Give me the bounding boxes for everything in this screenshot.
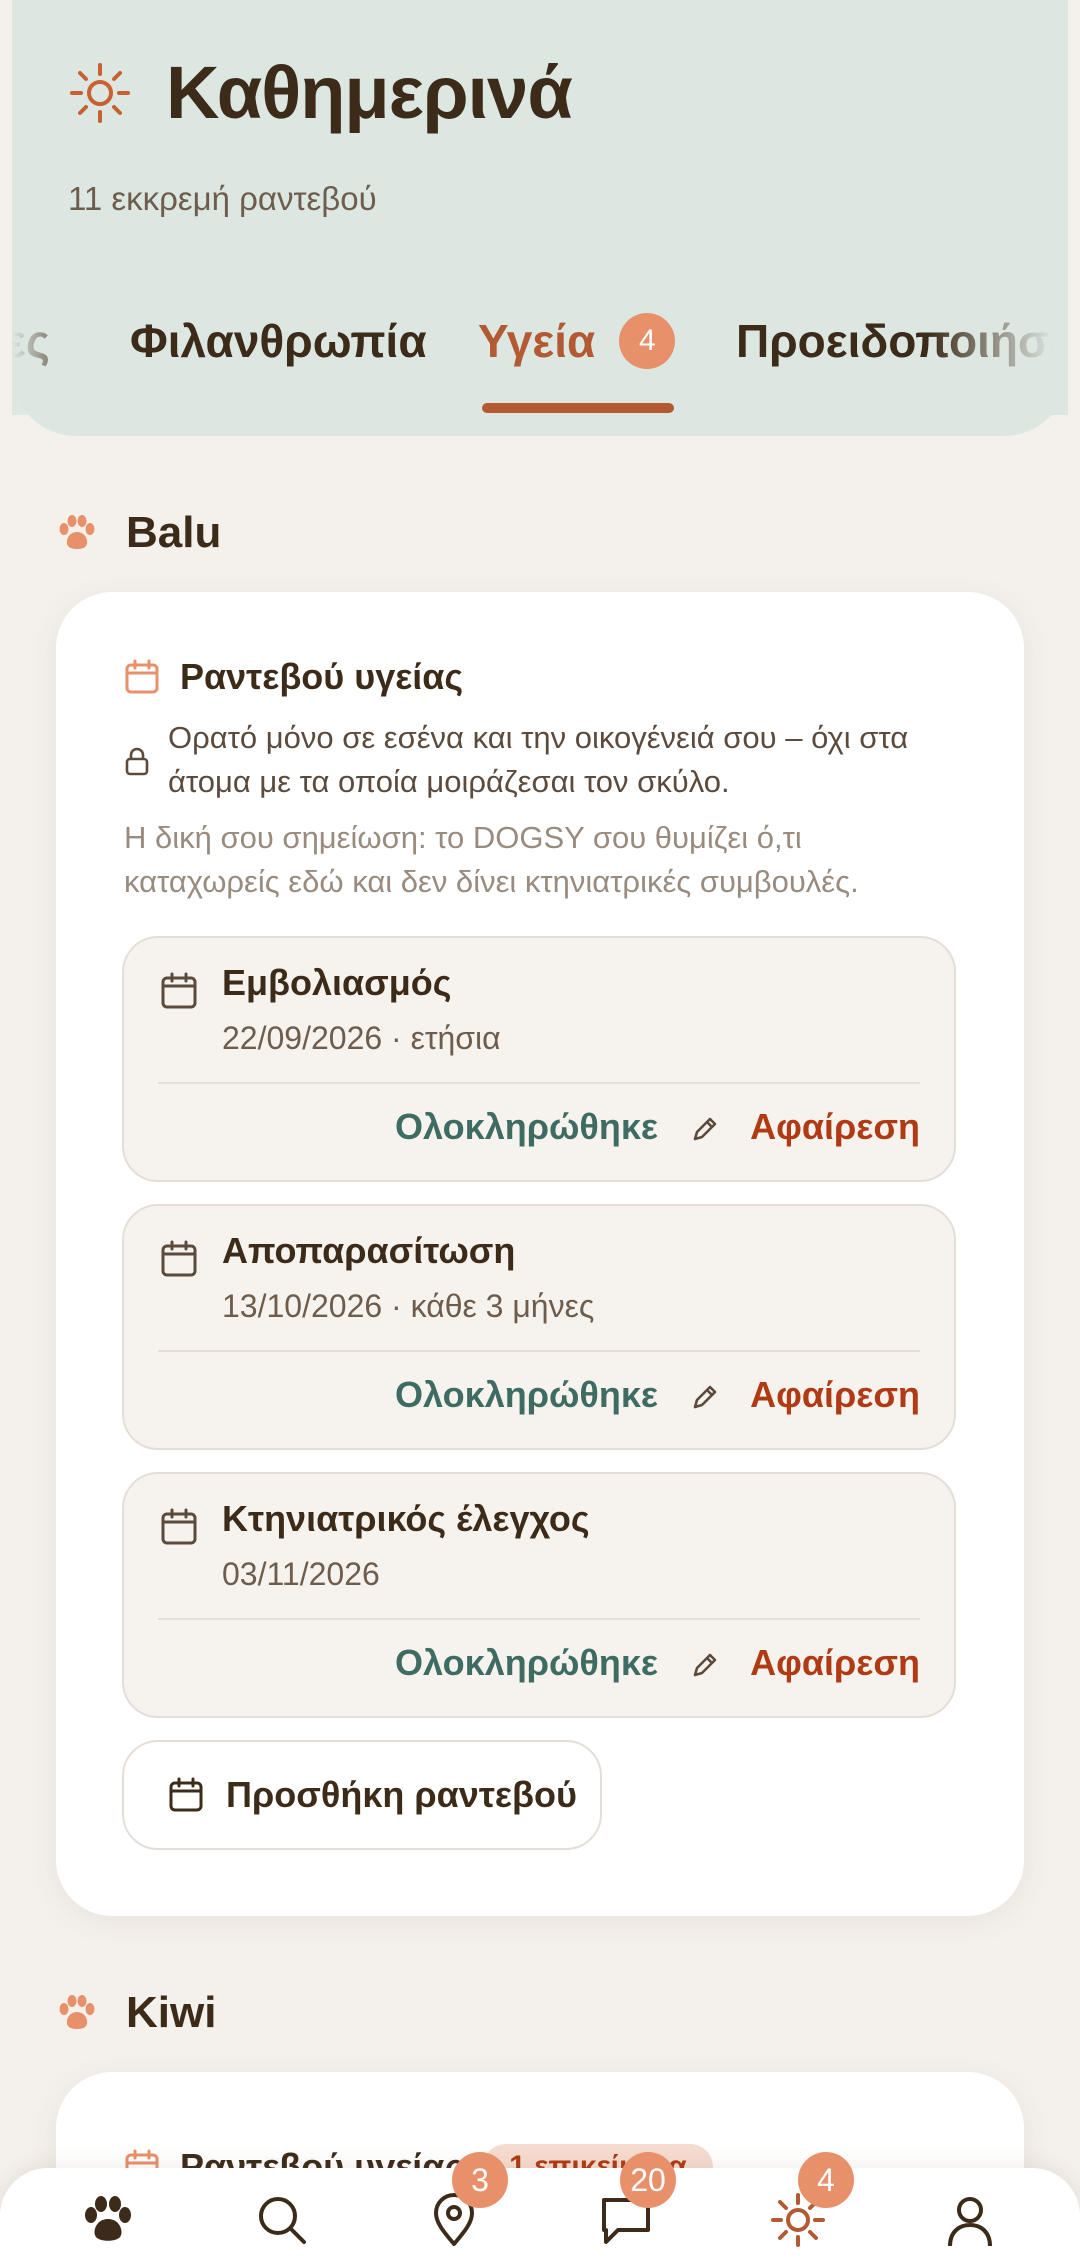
card-header: Ραντεβού υγείας [124,656,463,698]
appointment-date: 13/10/2026 · κάθε 3 μήνες [222,1288,595,1324]
header-panel: Καθημερινά 11 εκκρεμή ραντεβού ες Φιλανθ… [12,0,1068,436]
remove-button[interactable]: Αφαίρεση [750,1642,920,1684]
map-badge: 3 [452,2152,508,2208]
disclaimer-note: Η δική σου σημείωση: το DOGSY σου θυμίζε… [124,820,859,899]
add-appointment-label: Προσθήκη ραντεβού [226,1774,577,1815]
mark-done-button[interactable]: Ολοκληρώθηκε [395,1642,658,1684]
tab-charity[interactable]: Φιλανθρωπία [130,305,427,377]
tabs-fade-left [12,305,82,415]
appointment-item: Εμβολιασμός 22/09/2026 · ετήσια Ολοκληρώ… [122,936,956,1182]
appointment-title: Αποπαρασίτωση [222,1230,516,1271]
health-appointments-card: Ραντεβού υγείας Ορατό μόνο σε εσένα και … [56,592,1024,1916]
appointment-item: Αποπαρασίτωση 13/10/2026 · κάθε 3 μήνες … [122,1204,956,1450]
tab-health[interactable]: Υγεία 4 [478,305,676,377]
tab-label: Φιλανθρωπία [130,315,427,367]
divider [158,1082,920,1084]
active-tab-indicator [482,403,674,413]
bottom-navigation [0,2168,1080,2268]
calendar-icon [161,972,197,1009]
mark-done-button[interactable]: Ολοκληρώθηκε [395,1374,658,1416]
appointment-date: 22/09/2026 · ετήσια [222,1020,501,1056]
edit-pencil-icon[interactable] [690,1114,720,1144]
edit-pencil-icon[interactable] [690,1382,720,1412]
privacy-text: Ορατό μόνο σε εσένα και την οικογένειά σ… [168,720,909,799]
calendar-icon [125,659,159,694]
paw-icon [59,1995,95,2029]
appointment-title: Κτηνιατρικός έλεγχος [222,1498,590,1539]
category-tabs: ες Φιλανθρωπία Υγεία 4 Προειδοποιήσει [12,305,1068,415]
calendar-icon [161,1240,197,1277]
card-title: Ραντεβού υγείας [180,656,464,697]
dog-name: Kiwi [126,1988,217,2037]
mark-done-button[interactable]: Ολοκληρώθηκε [395,1106,658,1148]
profile-icon[interactable] [942,2192,998,2248]
chat-badge: 20 [620,2152,676,2208]
calendar-icon [161,1508,197,1545]
tab-label: Υγεία [478,315,596,367]
calendar-icon [169,1777,203,1812]
pending-count: 11 εκκρεμή ραντεβού [68,180,377,217]
tabs-fade-right [928,305,1068,415]
dog-heading-balu: Balu [56,508,221,558]
divider [158,1618,920,1620]
edit-pencil-icon[interactable] [690,1650,720,1680]
appointment-date: 03/11/2026 [222,1556,380,1592]
dog-name: Balu [126,508,222,557]
privacy-notice: Ορατό μόνο σε εσένα και την οικογένειά σ… [124,716,924,804]
dog-heading-kiwi: Kiwi [56,1988,216,2038]
appointment-item: Κτηνιατρικός έλεγχος 03/11/2026 Ολοκληρώ… [122,1472,956,1718]
paw-icon[interactable] [80,2192,136,2248]
add-appointment-button[interactable]: Προσθήκη ραντεβού [122,1740,602,1850]
header-title-row: Καθημερινά [68,50,573,135]
lock-icon [125,747,149,776]
sun-icon [70,62,130,123]
tab-badge: 4 [619,313,676,369]
remove-button[interactable]: Αφαίρεση [750,1374,920,1416]
search-icon[interactable] [254,2192,310,2248]
remove-button[interactable]: Αφαίρεση [750,1106,920,1148]
page-title: Καθημερινά [166,51,573,134]
daily-badge: 4 [798,2152,854,2208]
paw-icon [59,515,95,549]
appointment-title: Εμβολιασμός [222,962,452,1003]
divider [158,1350,920,1352]
